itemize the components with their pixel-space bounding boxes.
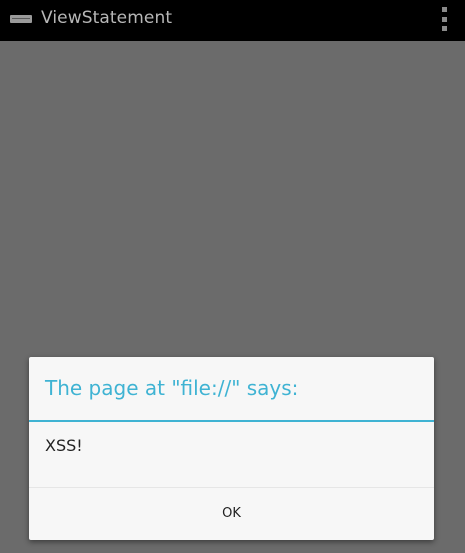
action-bar: ViewStatement bbox=[0, 0, 465, 41]
app-icon[interactable] bbox=[10, 15, 32, 23]
overflow-dot bbox=[441, 26, 447, 31]
overflow-dot bbox=[441, 16, 447, 22]
dialog-title-divider bbox=[29, 420, 434, 422]
alert-dialog: The page at "file://" says: XSS! OK bbox=[29, 357, 434, 540]
app-title: ViewStatement bbox=[41, 8, 173, 28]
dialog-message: XSS! bbox=[45, 436, 83, 455]
dialog-title: The page at "file://" says: bbox=[45, 376, 299, 400]
overflow-dot bbox=[441, 7, 447, 12]
overflow-menu-icon[interactable] bbox=[441, 7, 447, 31]
ok-button[interactable]: OK bbox=[29, 488, 434, 540]
